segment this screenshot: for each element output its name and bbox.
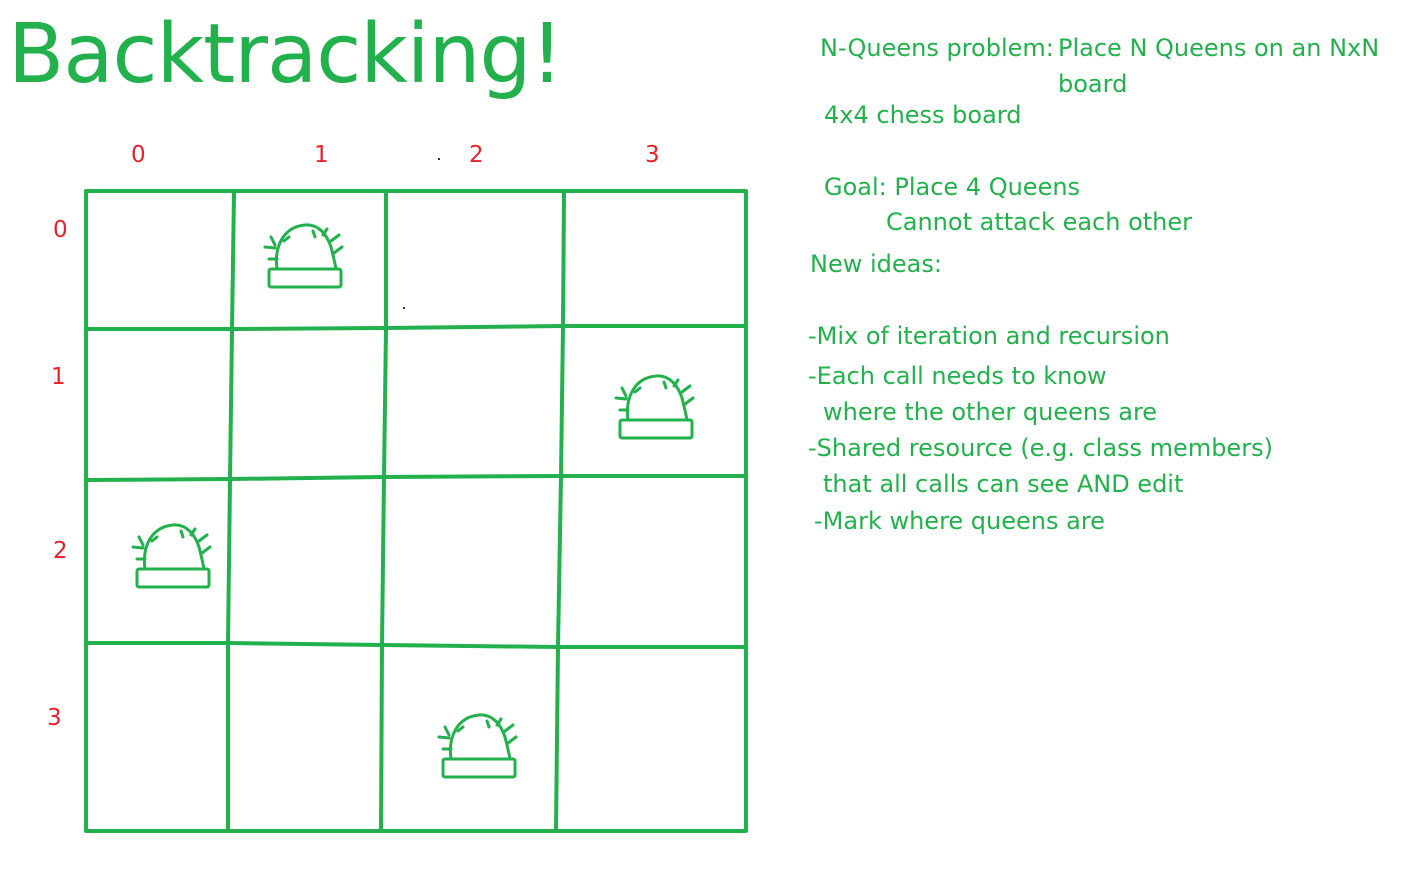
grid-line-horizontal-2 xyxy=(85,474,747,482)
queen-icon-r1-c3 xyxy=(614,374,695,440)
idea-item: -Mark where queens are xyxy=(814,507,1105,535)
grid-line-vertical-2 xyxy=(379,190,388,832)
grid-line-horizontal-1 xyxy=(85,324,747,331)
queen-icon-r3-c2 xyxy=(437,713,518,779)
idea-item: that all calls can see AND edit xyxy=(823,470,1184,498)
new-ideas-heading: New ideas: xyxy=(810,250,942,278)
board-size-note: 4x4 chess board xyxy=(824,101,1022,129)
goal-detail-note: Cannot attack each other xyxy=(886,208,1193,236)
grid-line-vertical-3 xyxy=(554,190,566,832)
problem-label: N-Queens problem: xyxy=(820,34,1054,62)
problem-text-line-1: Place N Queens on an NxN xyxy=(1058,34,1380,62)
grid-line-horizontal-3 xyxy=(85,641,747,649)
goal-note: Goal: Place 4 Queens xyxy=(824,173,1081,201)
grid-line-vertical-1 xyxy=(226,190,236,832)
queen-icon-r2-c0 xyxy=(131,523,212,589)
idea-item: -Shared resource (e.g. class members) xyxy=(808,434,1273,462)
idea-item: -Mix of iteration and recursion xyxy=(808,322,1170,350)
queen-icon-r0-c1 xyxy=(263,223,344,289)
idea-item: where the other queens are xyxy=(823,398,1158,426)
problem-text-line-2: board xyxy=(1058,70,1128,98)
idea-item: -Each call needs to know xyxy=(808,362,1107,390)
board-border xyxy=(84,189,748,833)
